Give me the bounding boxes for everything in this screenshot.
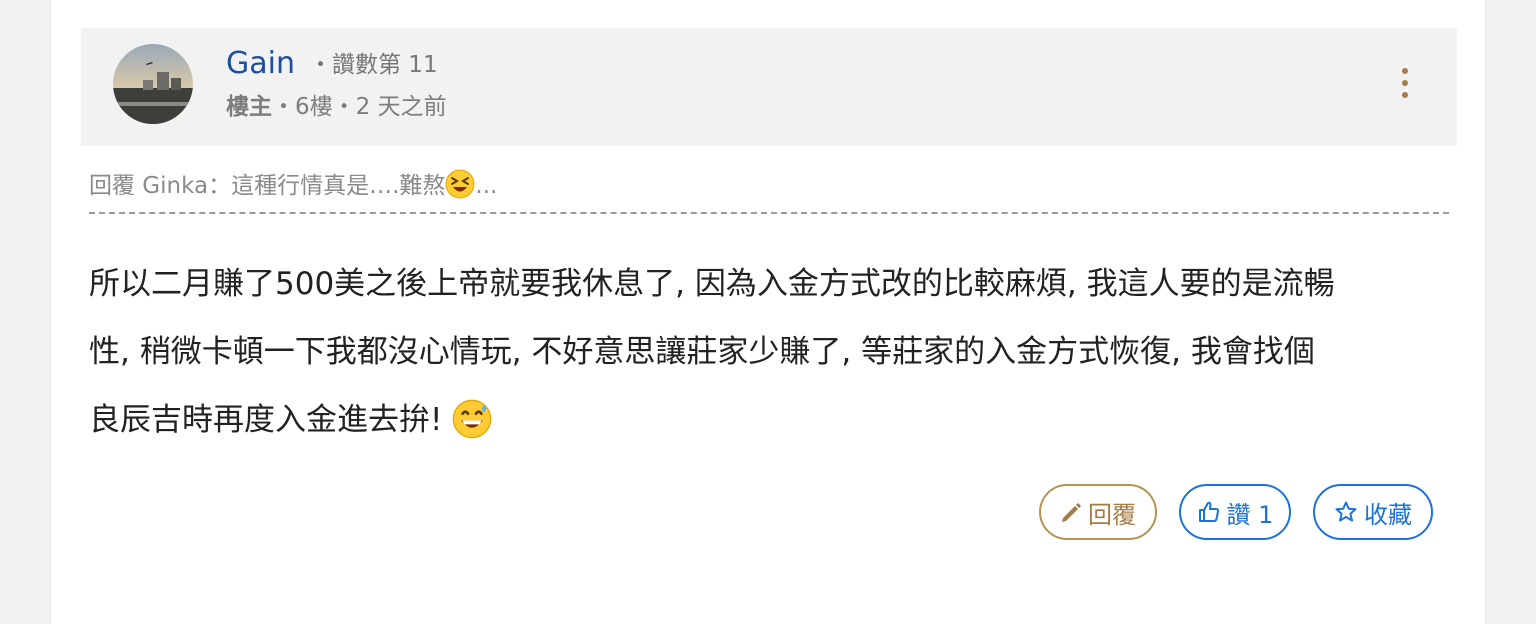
post-body-line: 性, 稍微卡頓一下我都沒心情玩, 不好意思讓莊家少賺了, 等莊家的入金方式恢復,…	[89, 334, 1315, 370]
kebab-icon[interactable]	[1397, 68, 1413, 98]
post-body: 所以二月賺了500美之後上帝就要我休息了, 因為入金方式改的比較麻煩, 我這人要…	[89, 250, 1459, 454]
thumbs-up-icon	[1198, 501, 1219, 522]
reply-ref-text: 回覆 Ginka：這種行情真是….難熬	[89, 173, 446, 199]
pencil-icon	[1062, 503, 1081, 522]
reply-button-label: 回覆	[1088, 500, 1136, 529]
op-badge: 樓主	[226, 94, 272, 120]
author-name[interactable]: Gain	[226, 44, 295, 84]
reply-reference[interactable]: 回覆 Ginka：這種行情真是….難熬 ...	[89, 168, 1449, 204]
avatar[interactable]	[113, 44, 193, 124]
star-icon	[1335, 501, 1357, 522]
post-header: Gain ・讚數第 11 樓主・6樓・2 天之前	[81, 28, 1457, 146]
like-button-label: 讚 1	[1226, 500, 1274, 529]
favorite-button-label: 收藏	[1364, 500, 1412, 529]
favorite-button[interactable]: 收藏	[1313, 484, 1433, 540]
divider	[89, 212, 1449, 214]
laughing-emoji-icon	[445, 169, 475, 199]
post-meta: 樓主・6樓・2 天之前	[226, 92, 447, 122]
post-time: 2 天之前	[355, 94, 447, 120]
like-button[interactable]: 讚 1	[1179, 484, 1291, 540]
post-card: Gain ・讚數第 11 樓主・6樓・2 天之前 回覆 Ginka：這種行情真是…	[50, 0, 1486, 624]
like-rank: ・讚數第 11	[309, 52, 438, 78]
post-body-line: 所以二月賺了500美之後上帝就要我休息了, 因為入金方式改的比較麻煩, 我這人要…	[89, 266, 1335, 302]
floor-number: ・6樓・	[272, 94, 356, 120]
grinning-sweat-emoji-icon	[452, 399, 492, 439]
post-body-line: 良辰吉時再度入金進去拚!	[89, 386, 1459, 454]
reply-ref-ellipsis: ...	[475, 173, 498, 199]
reply-button[interactable]: 回覆	[1039, 484, 1157, 540]
